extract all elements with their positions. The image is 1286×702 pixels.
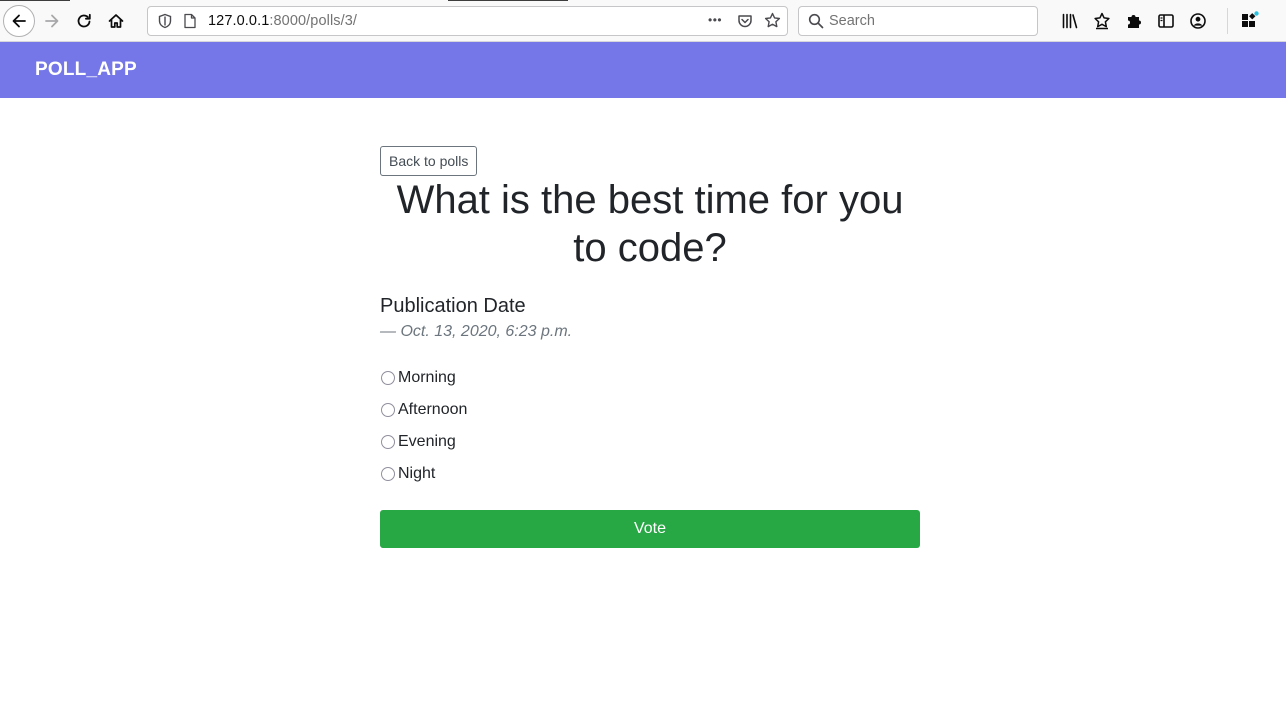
search-placeholder: Search xyxy=(829,13,875,29)
sidebar-icon xyxy=(1158,14,1174,28)
bookmarks-button[interactable] xyxy=(1091,10,1113,32)
choice-label[interactable]: Afternoon xyxy=(398,401,467,419)
choice-label[interactable]: Morning xyxy=(398,369,456,387)
url-path: :8000/polls/3/ xyxy=(269,13,358,29)
choice-item[interactable]: Afternoon xyxy=(380,394,920,426)
account-button[interactable] xyxy=(1187,10,1209,32)
poll-question: What is the best time for you to code? xyxy=(380,176,920,272)
choice-radio[interactable] xyxy=(381,435,395,449)
sidebar-button[interactable] xyxy=(1155,10,1177,32)
choice-label[interactable]: Evening xyxy=(398,433,456,451)
extensions-button[interactable] xyxy=(1123,10,1145,32)
url-bar[interactable]: 127.0.0.1:8000/polls/3/ ••• xyxy=(147,6,788,36)
back-arrow-icon xyxy=(12,14,26,28)
choice-radio[interactable] xyxy=(381,371,395,385)
toolbar-separator xyxy=(1227,8,1228,34)
back-to-polls-button[interactable]: Back to polls xyxy=(380,146,478,176)
choice-item[interactable]: Morning xyxy=(380,362,920,394)
library-button[interactable] xyxy=(1059,10,1081,32)
choice-label[interactable]: Night xyxy=(398,465,435,483)
publication-date-label: Publication Date xyxy=(380,295,526,317)
forward-button[interactable] xyxy=(37,6,67,36)
poll-question-line: What is the best time for you xyxy=(396,178,904,222)
choice-item[interactable]: Night xyxy=(380,458,920,490)
forward-arrow-icon xyxy=(45,14,59,28)
bookmarks-icon xyxy=(1094,12,1110,30)
pocket-icon[interactable] xyxy=(737,13,753,29)
url-host: 127.0.0.1 xyxy=(208,13,270,29)
back-button[interactable] xyxy=(3,5,35,37)
customize-icon xyxy=(1242,11,1259,27)
choice-list: Morning Afternoon Evening Night xyxy=(380,362,920,490)
choice-radio[interactable] xyxy=(381,403,395,417)
url-text[interactable]: 127.0.0.1:8000/polls/3/ xyxy=(208,7,357,35)
choice-radio[interactable] xyxy=(381,467,395,481)
search-bar[interactable]: Search xyxy=(798,6,1038,36)
bookmark-star-icon[interactable] xyxy=(764,12,781,29)
account-icon xyxy=(1190,13,1206,29)
extensions-icon xyxy=(1128,15,1141,28)
app-navbar: POLL_APP xyxy=(0,42,1286,98)
publication-date: — Oct. 13, 2020, 6:23 p.m. xyxy=(380,323,573,340)
shield-icon[interactable] xyxy=(157,13,173,29)
library-icon xyxy=(1062,13,1078,29)
home-icon xyxy=(108,14,124,28)
search-icon xyxy=(808,13,824,29)
home-button[interactable] xyxy=(101,6,131,36)
brand-link[interactable]: POLL_APP xyxy=(35,42,137,98)
browser-toolbar: 127.0.0.1:8000/polls/3/ ••• Search xyxy=(0,0,1286,42)
page-icon[interactable] xyxy=(183,13,197,29)
poll-question-line: to code? xyxy=(573,226,727,270)
reload-icon xyxy=(77,13,91,28)
customize-button[interactable] xyxy=(1238,10,1260,32)
poll-detail: Back to polls What is the best time for … xyxy=(380,146,920,548)
reload-button[interactable] xyxy=(69,6,99,36)
tab-strip-edge xyxy=(0,0,70,1)
tab-strip-edge xyxy=(448,0,568,1)
more-icon[interactable]: ••• xyxy=(708,7,722,35)
vote-button[interactable]: Vote xyxy=(380,510,920,548)
choice-item[interactable]: Evening xyxy=(380,426,920,458)
